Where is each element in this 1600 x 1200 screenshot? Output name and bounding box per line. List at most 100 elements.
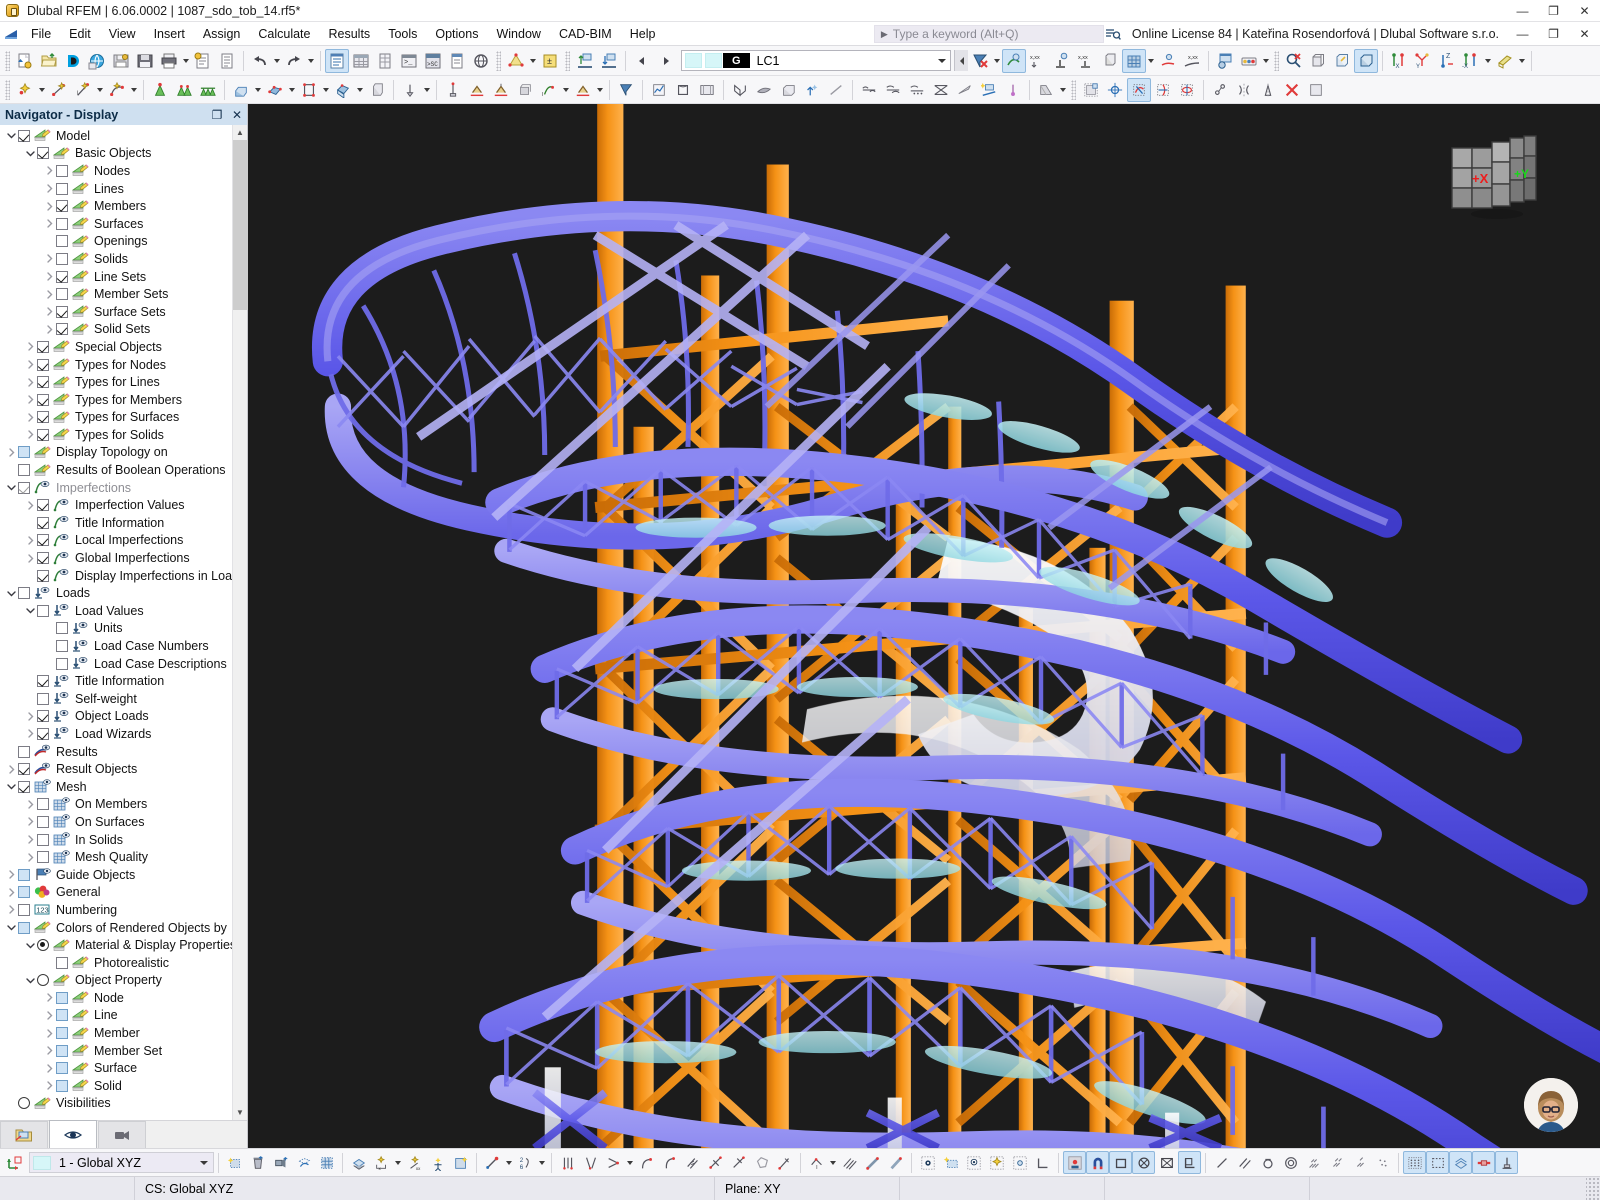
globe-view-button[interactable] [469, 49, 493, 73]
grid-settings-button[interactable] [315, 1151, 338, 1174]
solid-results-button[interactable] [1098, 49, 1122, 73]
doc-minimize-button[interactable]: — [1507, 23, 1538, 45]
symmetry-button[interactable] [1256, 78, 1280, 102]
new-surface-caret[interactable] [253, 78, 263, 102]
layers-button[interactable] [347, 1151, 370, 1174]
tree-checkbox[interactable] [37, 393, 49, 406]
model-check-caret[interactable] [528, 49, 538, 73]
new-work-plane-button[interactable] [223, 1151, 246, 1174]
display-navigator-tab[interactable] [49, 1120, 97, 1148]
tree-checkbox[interactable] [56, 1062, 68, 1075]
work-plane-lock-button[interactable] [1178, 1151, 1201, 1174]
chevron-right-icon[interactable] [23, 708, 37, 725]
doc-restore-button[interactable]: ❐ [1538, 23, 1569, 45]
tree-checkbox[interactable] [18, 780, 30, 793]
new-surface-support-button[interactable] [489, 78, 513, 102]
menu-item-view[interactable]: View [100, 22, 145, 46]
chevron-right-icon[interactable] [42, 198, 56, 215]
chevron-right-icon[interactable] [23, 497, 37, 514]
table-panel-button[interactable] [349, 49, 373, 73]
tree-checkbox[interactable] [37, 516, 49, 529]
object-snap-button[interactable] [481, 1151, 504, 1174]
tree-checkbox[interactable] [37, 798, 49, 811]
view-in-y-button[interactable]: Y [1411, 49, 1435, 73]
tree-item-solid-sets[interactable]: Solid Sets [0, 321, 232, 339]
tree-checkbox[interactable] [37, 727, 49, 740]
circle-snap-button[interactable] [1256, 1151, 1279, 1174]
tree-item-loads[interactable]: Loads [0, 584, 232, 602]
insert-toolbar-grip[interactable] [5, 79, 10, 100]
calculate-button[interactable]: ± [538, 49, 562, 73]
new-surface-button[interactable] [229, 78, 253, 102]
new-pin-button[interactable] [1001, 78, 1025, 102]
tree-item-object-property[interactable]: Object Property [0, 972, 232, 990]
new-support-set-button[interactable] [571, 78, 595, 102]
tree-checkbox[interactable] [37, 815, 49, 828]
hatch-snap-button[interactable] [1302, 1151, 1325, 1174]
undo-button[interactable] [248, 49, 272, 73]
show-grid-button[interactable] [1403, 1151, 1426, 1174]
chevron-down-icon[interactable] [4, 919, 18, 936]
new-surface-set-caret[interactable] [287, 78, 297, 102]
redo-button[interactable] [282, 49, 306, 73]
chevron-down-icon[interactable] [23, 145, 37, 162]
tree-item-surfaces[interactable]: Surfaces [0, 215, 232, 233]
chevron-right-icon[interactable] [42, 303, 56, 320]
new-surface-set-button[interactable] [263, 78, 287, 102]
search-list-icon[interactable] [1104, 25, 1122, 43]
tree-item-mesh-quality[interactable]: Mesh Quality [0, 848, 232, 866]
tree-item-load-case-descriptions[interactable]: Load Case Descriptions [0, 655, 232, 673]
view-direction-caret[interactable] [1483, 49, 1493, 73]
polar-snap-button[interactable] [1155, 1151, 1178, 1174]
deformation-button[interactable] [1050, 49, 1074, 73]
new-nodal-support-button[interactable] [398, 78, 422, 102]
view-in-x-button[interactable]: X [1387, 49, 1411, 73]
tree-checkbox[interactable] [37, 411, 49, 424]
tree-checkbox[interactable] [18, 868, 30, 881]
member-split-button[interactable] [905, 78, 929, 102]
chevron-right-icon[interactable] [42, 989, 56, 1006]
new-opening-caret[interactable] [321, 78, 331, 102]
scrollbar-track[interactable] [233, 310, 247, 1105]
data-panel-button[interactable] [373, 49, 397, 73]
view-perspective-caret[interactable] [1517, 49, 1527, 73]
tree-checkbox[interactable] [37, 851, 49, 864]
tree-item-load-wizards[interactable]: Load Wizards [0, 725, 232, 743]
render-planes-button[interactable] [1449, 1151, 1472, 1174]
coordinate-system-icon[interactable] [2, 1151, 25, 1174]
tree-item-results[interactable]: Results [0, 743, 232, 761]
tree-checkbox[interactable] [56, 235, 68, 248]
chevron-right-icon[interactable] [23, 532, 37, 549]
tree-item-member[interactable]: Member [0, 1024, 232, 1042]
tree-item-title-information[interactable]: Title Information [0, 514, 232, 532]
render-settings-button[interactable] [1213, 49, 1237, 73]
shading-mode-button[interactable] [1034, 78, 1058, 102]
chevron-down-icon[interactable] [195, 1161, 213, 1165]
dot-snap-button[interactable] [1371, 1151, 1394, 1174]
new-support-set-caret[interactable] [595, 78, 605, 102]
tree-item-material-display-properties[interactable]: Material & Display Properties [0, 936, 232, 954]
work-plane-view-button[interactable] [269, 1151, 292, 1174]
section-view-button[interactable] [671, 78, 695, 102]
snap-object-point-button[interactable] [962, 1151, 985, 1174]
tree-checkbox[interactable] [37, 604, 49, 617]
chevron-down-icon[interactable] [23, 972, 37, 989]
tree-item-solid[interactable]: Solid [0, 1077, 232, 1095]
chevron-right-icon[interactable] [23, 374, 37, 391]
snap-midpoint-button[interactable] [1008, 1151, 1031, 1174]
chevron-down-icon[interactable] [4, 585, 18, 602]
connect-nodes-button[interactable] [1208, 78, 1232, 102]
chevron-right-icon[interactable] [4, 444, 18, 461]
tree-item-member-sets[interactable]: Member Sets [0, 285, 232, 303]
object-snap-caret[interactable] [504, 1151, 514, 1175]
chevron-right-icon[interactable] [4, 761, 18, 778]
member-merge-button[interactable] [929, 78, 953, 102]
tree-checkbox[interactable] [18, 587, 30, 600]
tree-item-colors-of-rendered-objects-by[interactable]: Colors of Rendered Objects by [0, 919, 232, 937]
zoom-reset-button[interactable] [1282, 49, 1306, 73]
tree-item-nodes[interactable]: Nodes [0, 162, 232, 180]
member-eccentricity-button[interactable] [857, 78, 881, 102]
tree-item-line[interactable]: Line [0, 1007, 232, 1025]
grid-snap-button[interactable] [1079, 78, 1103, 102]
arc-snap-button[interactable] [635, 1151, 658, 1174]
